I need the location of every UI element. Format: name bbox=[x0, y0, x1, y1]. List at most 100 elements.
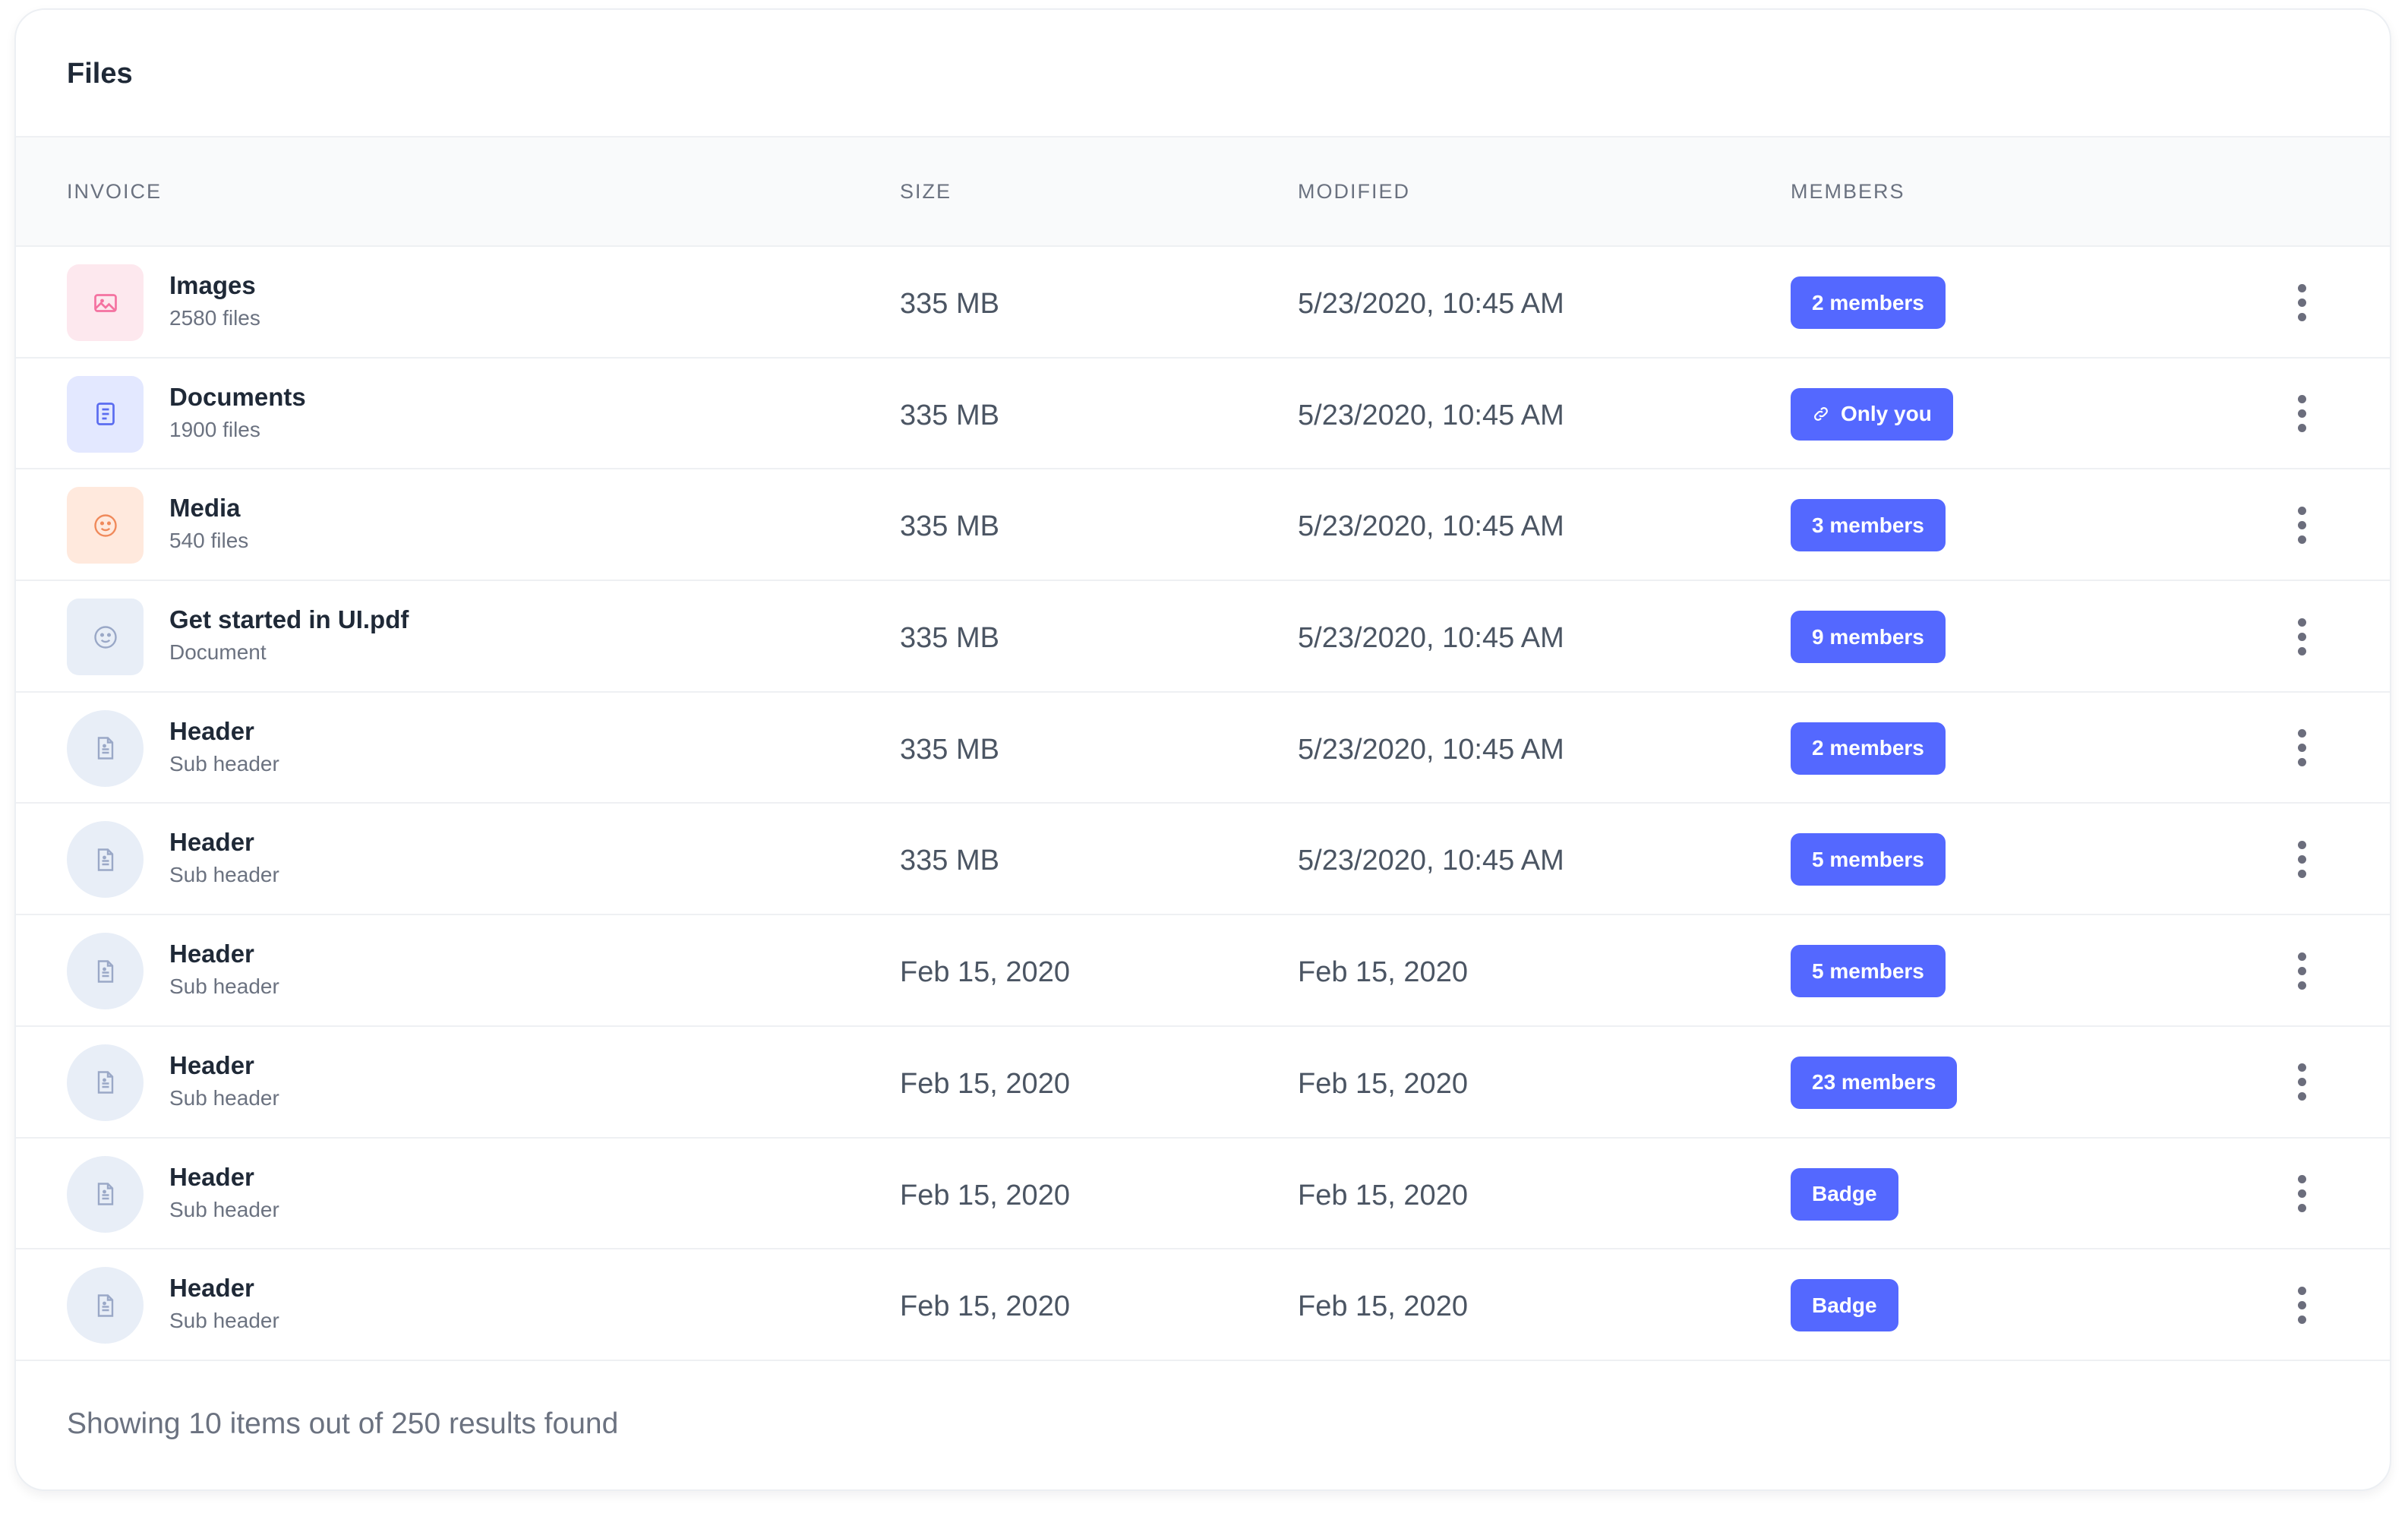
file-subtitle: 2580 files bbox=[169, 306, 260, 330]
table-row[interactable]: Header Sub header 335 MB 5/23/2020, 10:4… bbox=[16, 693, 2390, 804]
file-modified: 5/23/2020, 10:45 AM bbox=[1298, 399, 1564, 431]
members-badge-label: Only you bbox=[1841, 402, 1932, 426]
more-options-icon[interactable] bbox=[2286, 722, 2317, 775]
members-badge[interactable]: 3 members bbox=[1791, 499, 1946, 552]
file-subtitle: Sub header bbox=[169, 751, 279, 775]
more-options-icon[interactable] bbox=[2286, 832, 2317, 886]
file-icon bbox=[67, 821, 144, 899]
results-summary: Showing 10 items out of 250 results foun… bbox=[67, 1407, 619, 1440]
file-name: Header bbox=[169, 1162, 254, 1191]
file-subtitle: Sub header bbox=[169, 1197, 279, 1221]
members-badge[interactable]: Badge bbox=[1791, 1279, 1898, 1332]
card-title: Files bbox=[67, 58, 133, 90]
file-modified: Feb 15, 2020 bbox=[1298, 956, 1468, 989]
table-row[interactable]: Media 540 files 335 MB 5/23/2020, 10:45 … bbox=[16, 469, 2390, 582]
more-options-icon[interactable] bbox=[2286, 1167, 2317, 1221]
link-icon bbox=[1812, 405, 1830, 423]
members-badge-label: Badge bbox=[1812, 1182, 1877, 1205]
table-row[interactable]: Header Sub header Feb 15, 2020 Feb 15, 2… bbox=[16, 915, 2390, 1027]
file-name: Header bbox=[169, 828, 254, 857]
file-icon bbox=[67, 1044, 144, 1121]
file-modified: 5/23/2020, 10:45 AM bbox=[1298, 845, 1564, 877]
smile-icon bbox=[67, 599, 144, 676]
table-row[interactable]: Images 2580 files 335 MB 5/23/2020, 10:4… bbox=[16, 247, 2390, 359]
members-badge[interactable]: 5 members bbox=[1791, 833, 1946, 886]
members-badge[interactable]: 23 members bbox=[1791, 1056, 1958, 1109]
file-subtitle: Sub header bbox=[169, 974, 279, 999]
file-size: 335 MB bbox=[900, 510, 999, 543]
file-name: Documents bbox=[169, 382, 306, 411]
file-subtitle: Sub header bbox=[169, 1309, 279, 1333]
file-modified: Feb 15, 2020 bbox=[1298, 1290, 1468, 1323]
table-body: Images 2580 files 335 MB 5/23/2020, 10:4… bbox=[16, 247, 2390, 1361]
file-name: Images bbox=[169, 271, 256, 299]
table-row[interactable]: Header Sub header 335 MB 5/23/2020, 10:4… bbox=[16, 804, 2390, 916]
members-badge-label: 5 members bbox=[1812, 959, 1924, 983]
column-header-size[interactable]: SIZE bbox=[900, 178, 952, 205]
more-options-icon[interactable] bbox=[2286, 1278, 2317, 1331]
members-badge-label: 9 members bbox=[1812, 624, 1924, 649]
file-subtitle: 1900 files bbox=[169, 417, 260, 441]
file-icon bbox=[67, 1155, 144, 1233]
file-subtitle: Sub header bbox=[169, 863, 279, 887]
members-badge[interactable]: 2 members bbox=[1791, 276, 1946, 329]
file-subtitle: Sub header bbox=[169, 1085, 279, 1110]
file-size: Feb 15, 2020 bbox=[900, 956, 1070, 989]
file-modified: Feb 15, 2020 bbox=[1298, 1067, 1468, 1100]
members-badge-label: 2 members bbox=[1812, 290, 1924, 314]
file-size: 335 MB bbox=[900, 399, 999, 431]
file-name: Header bbox=[169, 940, 254, 968]
file-name: Header bbox=[169, 1274, 254, 1303]
more-options-icon[interactable] bbox=[2286, 498, 2317, 551]
file-subtitle: Document bbox=[169, 640, 267, 665]
members-badge-label: 5 members bbox=[1812, 847, 1924, 871]
more-options-icon[interactable] bbox=[2286, 944, 2317, 997]
table-row[interactable]: Documents 1900 files 335 MB 5/23/2020, 1… bbox=[16, 359, 2390, 470]
members-badge-label: Badge bbox=[1812, 1293, 1877, 1317]
document-icon bbox=[67, 375, 144, 453]
file-name: Media bbox=[169, 494, 241, 523]
file-size: 335 MB bbox=[900, 845, 999, 877]
file-modified: 5/23/2020, 10:45 AM bbox=[1298, 733, 1564, 766]
file-modified: 5/23/2020, 10:45 AM bbox=[1298, 288, 1564, 320]
file-subtitle: 540 files bbox=[169, 529, 249, 553]
image-icon bbox=[67, 264, 144, 341]
members-badge-label: 2 members bbox=[1812, 736, 1924, 760]
table-row[interactable]: Header Sub header Feb 15, 2020 Feb 15, 2… bbox=[16, 1139, 2390, 1250]
file-size: 335 MB bbox=[900, 622, 999, 655]
table-header: INVOICE SIZE MODIFIED MEMBERS bbox=[16, 136, 2390, 247]
file-icon bbox=[67, 1267, 144, 1344]
more-options-icon[interactable] bbox=[2286, 610, 2317, 663]
file-modified: 5/23/2020, 10:45 AM bbox=[1298, 622, 1564, 655]
file-size: 335 MB bbox=[900, 288, 999, 320]
column-header-modified[interactable]: MODIFIED bbox=[1298, 178, 1410, 205]
more-options-icon[interactable] bbox=[2286, 276, 2317, 329]
members-badge-label: 23 members bbox=[1812, 1070, 1936, 1094]
members-badge[interactable]: Only you bbox=[1791, 387, 1953, 441]
file-icon bbox=[67, 933, 144, 1010]
table-row[interactable]: Header Sub header Feb 15, 2020 Feb 15, 2… bbox=[16, 1027, 2390, 1139]
file-name: Header bbox=[169, 716, 254, 745]
file-icon bbox=[67, 709, 144, 787]
file-name: Header bbox=[169, 1050, 254, 1079]
column-header-invoice[interactable]: INVOICE bbox=[67, 178, 162, 205]
file-size: Feb 15, 2020 bbox=[900, 1179, 1070, 1211]
members-badge[interactable]: Badge bbox=[1791, 1167, 1898, 1221]
table-row[interactable]: Get started in UI.pdf Document 335 MB 5/… bbox=[16, 581, 2390, 693]
smile-icon bbox=[67, 487, 144, 564]
column-header-members[interactable]: MEMBERS bbox=[1791, 178, 1905, 205]
file-size: Feb 15, 2020 bbox=[900, 1067, 1070, 1100]
file-size: 335 MB bbox=[900, 733, 999, 766]
members-badge-label: 3 members bbox=[1812, 513, 1924, 537]
table-row[interactable]: Header Sub header Feb 15, 2020 Feb 15, 2… bbox=[16, 1249, 2390, 1361]
file-modified: Feb 15, 2020 bbox=[1298, 1179, 1468, 1211]
file-name: Get started in UI.pdf bbox=[169, 605, 409, 634]
file-modified: 5/23/2020, 10:45 AM bbox=[1298, 510, 1564, 543]
members-badge[interactable]: 2 members bbox=[1791, 722, 1946, 775]
members-badge[interactable]: 9 members bbox=[1791, 611, 1946, 664]
more-options-icon[interactable] bbox=[2286, 1056, 2317, 1109]
files-card: Files INVOICE SIZE MODIFIED MEMBERS Imag… bbox=[14, 8, 2391, 1491]
members-badge[interactable]: 5 members bbox=[1791, 945, 1946, 998]
file-size: Feb 15, 2020 bbox=[900, 1290, 1070, 1323]
more-options-icon[interactable] bbox=[2286, 387, 2317, 441]
